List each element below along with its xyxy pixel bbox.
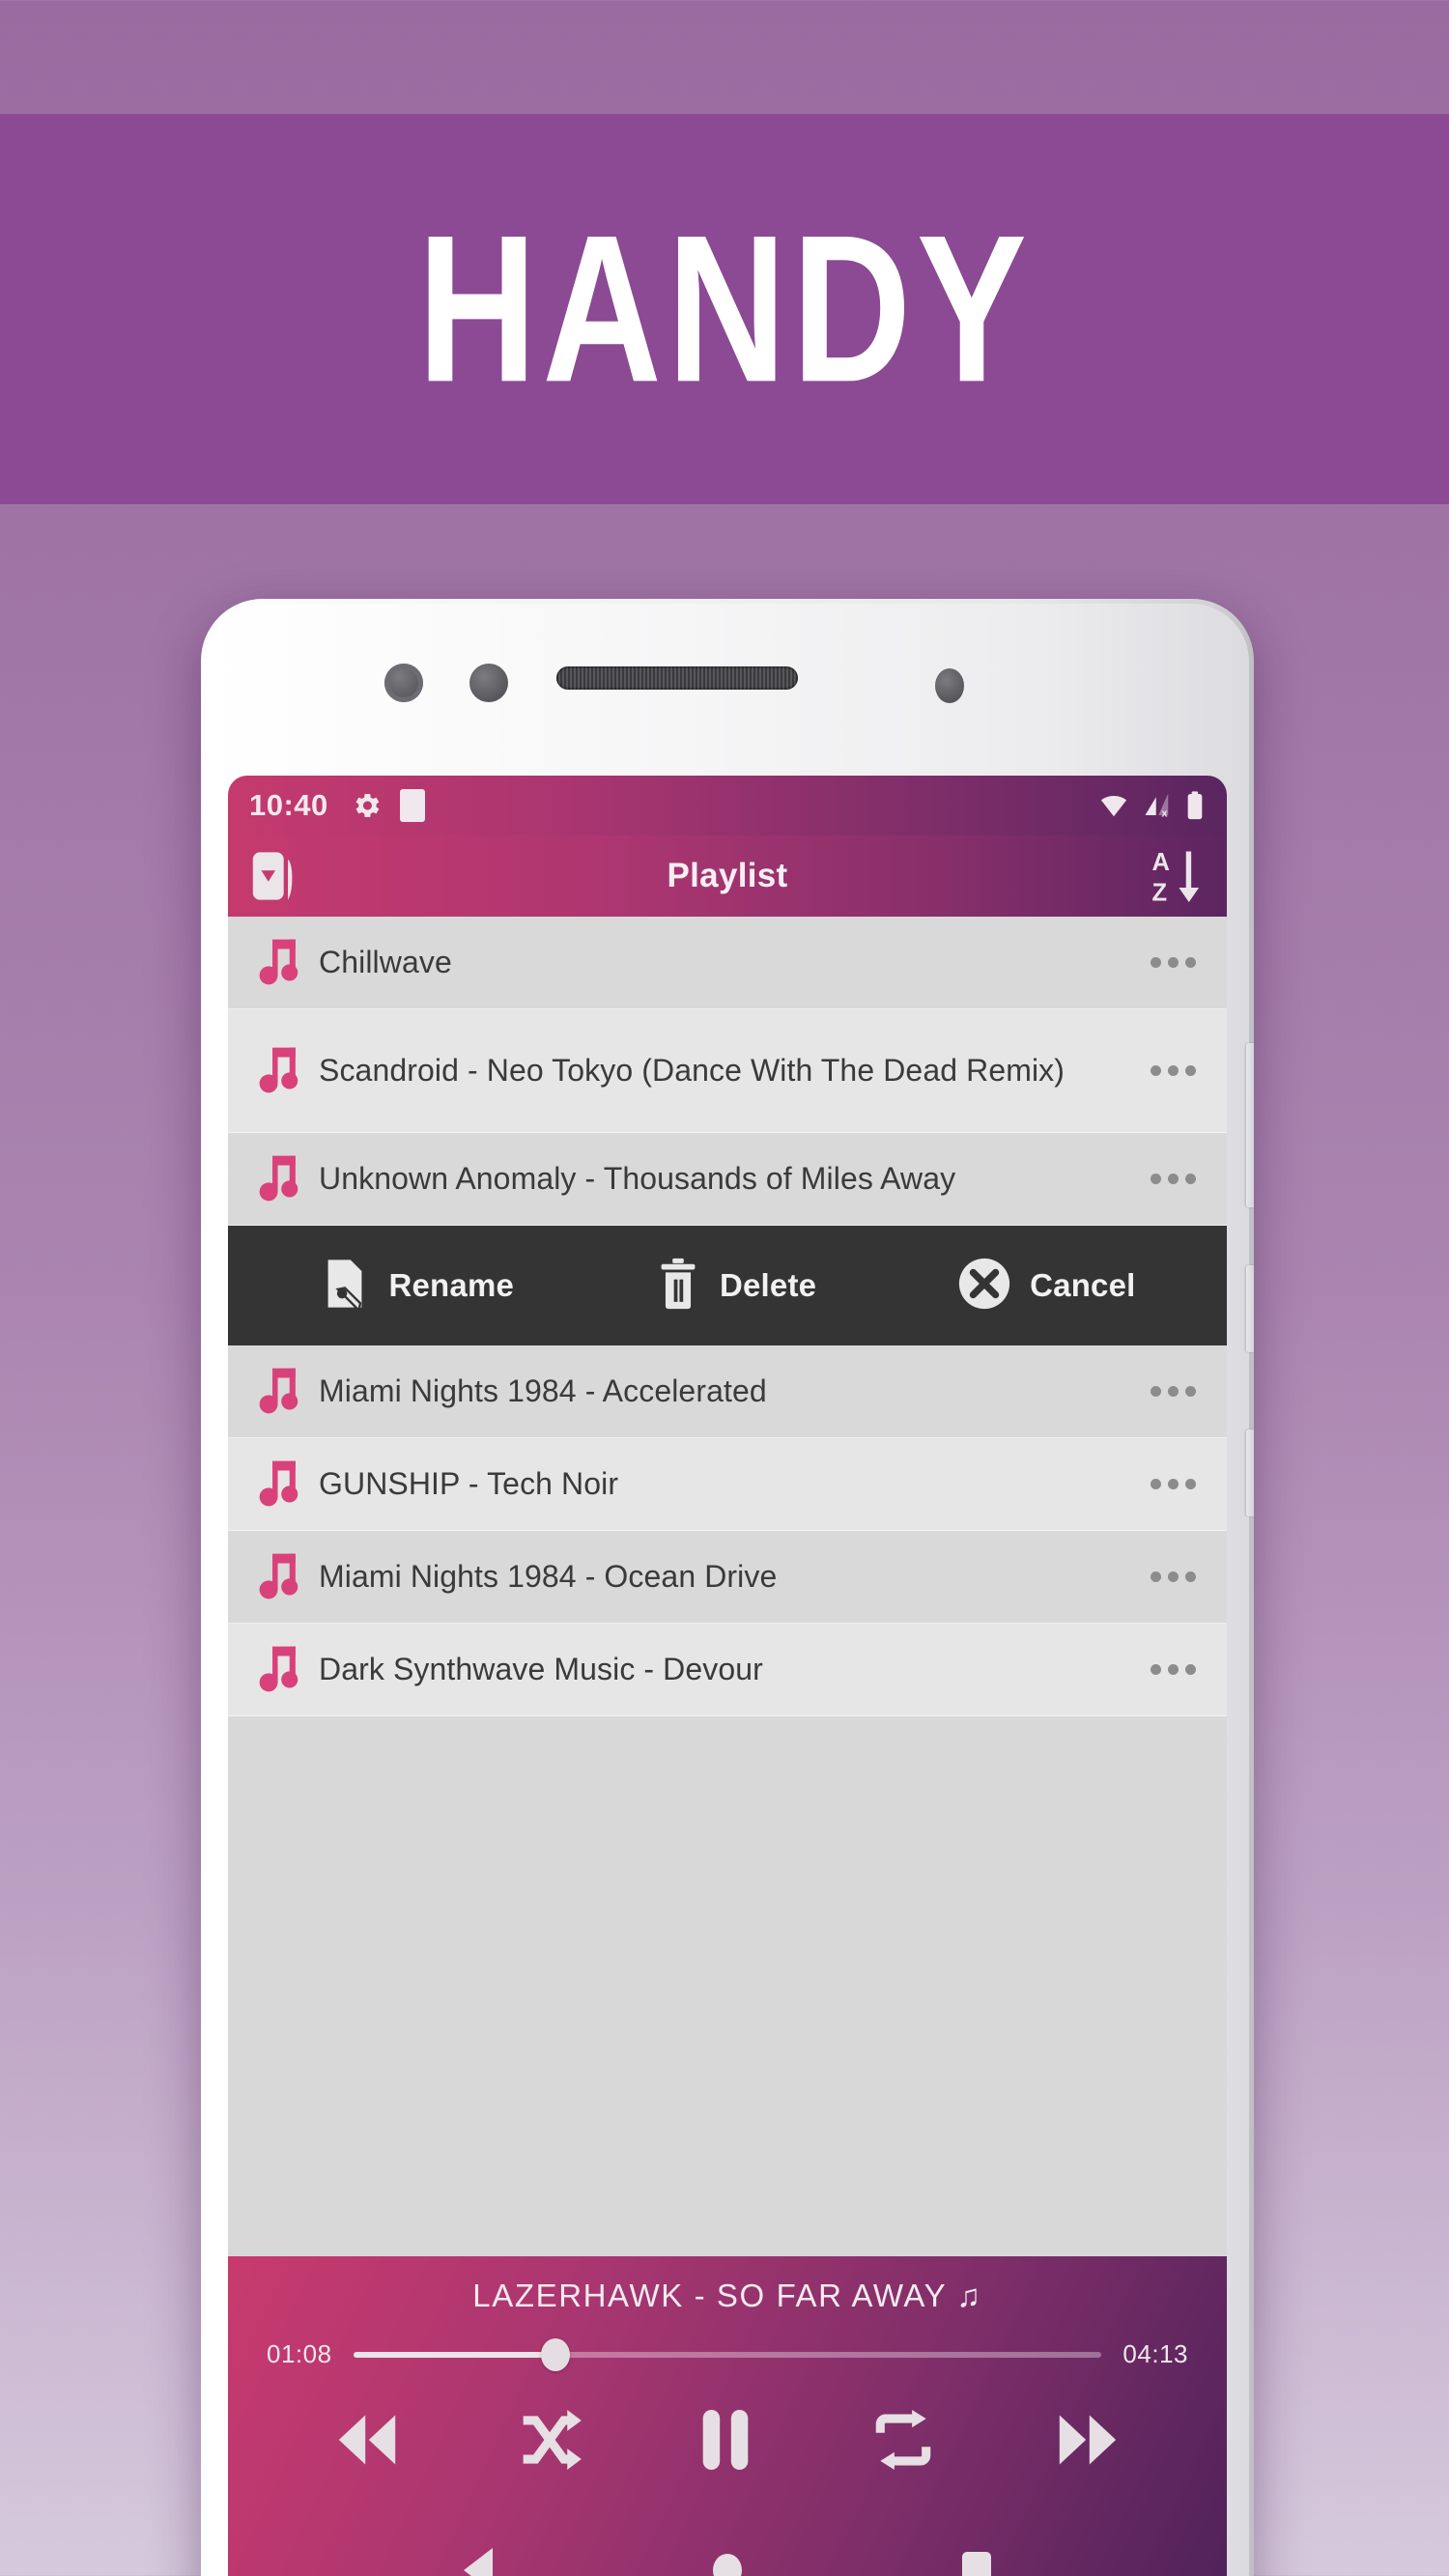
seek-slider[interactable] — [353, 2337, 1102, 2371]
light-sensor-icon — [935, 668, 964, 703]
wifi-icon — [1100, 796, 1127, 817]
delete-label: Delete — [719, 1267, 817, 1303]
close-circle-icon — [956, 1256, 1012, 1316]
music-note-icon — [251, 1642, 311, 1698]
music-note-icon — [251, 1043, 311, 1099]
cancel-button[interactable]: Cancel — [956, 1256, 1135, 1316]
music-note-icon — [251, 1549, 311, 1605]
overflow-dots-icon[interactable] — [1144, 957, 1202, 968]
earpiece-speaker — [556, 666, 798, 690]
volume-rocker-button[interactable] — [1246, 1043, 1254, 1207]
player-controls — [228, 2408, 1227, 2472]
music-note-icon — [251, 1151, 311, 1207]
fast-forward-button[interactable] — [1052, 2410, 1123, 2470]
proximity-sensor-icon — [469, 664, 508, 702]
phone-mockup: 10:40 x Playlist A Z Chillwave Scandroid… — [201, 599, 1254, 2576]
svg-text:A: A — [1152, 849, 1170, 876]
banner-headline: HANDY — [416, 191, 1033, 426]
front-camera-icon — [384, 664, 423, 702]
overflow-dots-icon[interactable] — [1144, 1174, 1202, 1184]
total-duration: 04:13 — [1122, 2339, 1188, 2368]
now-playing-player: LAZERHAWK - SO FAR AWAY ♫ 01:08 04:13 — [228, 2256, 1227, 2576]
promo-banner: HANDY — [0, 114, 1449, 504]
track-title: Dark Synthwave Music - Devour — [319, 1652, 763, 1687]
track-title: Unknown Anomaly - Thousands of Miles Awa… — [319, 1161, 956, 1197]
table-row[interactable]: Miami Nights 1984 - Ocean Drive — [228, 1531, 1227, 1624]
overflow-dots-icon[interactable] — [1144, 1571, 1202, 1582]
now-playing-title: LAZERHAWK - SO FAR AWAY ♫ — [472, 2278, 982, 2313]
track-title: Chillwave — [319, 945, 452, 980]
table-row[interactable]: Unknown Anomaly - Thousands of Miles Awa… — [228, 1133, 1227, 1226]
table-row[interactable]: GUNSHIP - Tech Noir — [228, 1438, 1227, 1531]
music-note-icon — [251, 1364, 311, 1420]
status-bar: 10:40 x — [228, 776, 1227, 835]
track-title: Miami Nights 1984 - Accelerated — [319, 1373, 767, 1409]
shuffle-button[interactable] — [518, 2410, 582, 2470]
seek-progress-fill — [353, 2351, 555, 2358]
battery-full-icon — [1187, 791, 1203, 820]
track-title: Miami Nights 1984 - Ocean Drive — [319, 1559, 778, 1595]
table-row[interactable]: Scandroid - Neo Tokyo (Dance With The De… — [228, 1009, 1227, 1133]
overflow-dots-icon[interactable] — [1144, 1386, 1202, 1397]
elapsed-time: 01:08 — [267, 2339, 332, 2368]
playlist-select-icon[interactable] — [249, 848, 301, 904]
track-title: GUNSHIP - Tech Noir — [319, 1466, 619, 1502]
recents-button[interactable] — [962, 2552, 991, 2576]
phone-sensor-row — [201, 664, 1254, 724]
status-indicators: x — [1097, 790, 1206, 821]
status-clock: 10:40 — [249, 788, 328, 822]
seek-bar-row: 01:08 04:13 — [228, 2337, 1227, 2371]
rename-label: Rename — [388, 1267, 515, 1303]
cancel-label: Cancel — [1030, 1267, 1136, 1303]
back-button[interactable] — [464, 2548, 493, 2576]
android-nav-bar — [228, 2513, 1227, 2576]
assistant-button[interactable] — [1246, 1430, 1254, 1516]
table-row[interactable]: Chillwave — [228, 917, 1227, 1009]
svg-text:x: x — [1161, 807, 1168, 819]
home-button[interactable] — [713, 2554, 742, 2576]
svg-text:Z: Z — [1152, 880, 1168, 907]
rewind-button[interactable] — [331, 2410, 403, 2470]
cellular-signal-no-sim-icon: x — [1145, 793, 1168, 819]
app-bar: Playlist A Z — [228, 835, 1227, 917]
page-title: Playlist — [667, 857, 788, 894]
repeat-button[interactable] — [869, 2410, 937, 2470]
pause-button[interactable] — [696, 2408, 754, 2472]
power-button[interactable] — [1246, 1265, 1254, 1352]
seek-thumb[interactable] — [540, 2337, 570, 2371]
music-note-icon — [251, 1457, 311, 1513]
overflow-dots-icon[interactable] — [1144, 1479, 1202, 1489]
overflow-dots-icon[interactable] — [1144, 1065, 1202, 1076]
table-row[interactable]: Miami Nights 1984 - Accelerated — [228, 1345, 1227, 1438]
phone-screen: 10:40 x Playlist A Z Chillwave Scandroid… — [228, 776, 1227, 2576]
sort-az-descending-icon[interactable]: A Z — [1148, 845, 1206, 907]
delete-button[interactable]: Delete — [654, 1256, 816, 1316]
rename-button[interactable]: Rename — [319, 1256, 514, 1316]
notification-square-icon — [399, 789, 425, 822]
gear-icon — [350, 789, 383, 822]
music-note-icon — [251, 935, 311, 991]
overflow-dots-icon[interactable] — [1144, 1664, 1202, 1675]
context-action-bar: Rename Delete Cancel — [228, 1226, 1227, 1345]
document-pencil-icon — [319, 1256, 371, 1316]
track-title: Scandroid - Neo Tokyo (Dance With The De… — [319, 1053, 1065, 1089]
table-row[interactable]: Dark Synthwave Music - Devour — [228, 1624, 1227, 1716]
trash-can-icon — [654, 1256, 702, 1316]
